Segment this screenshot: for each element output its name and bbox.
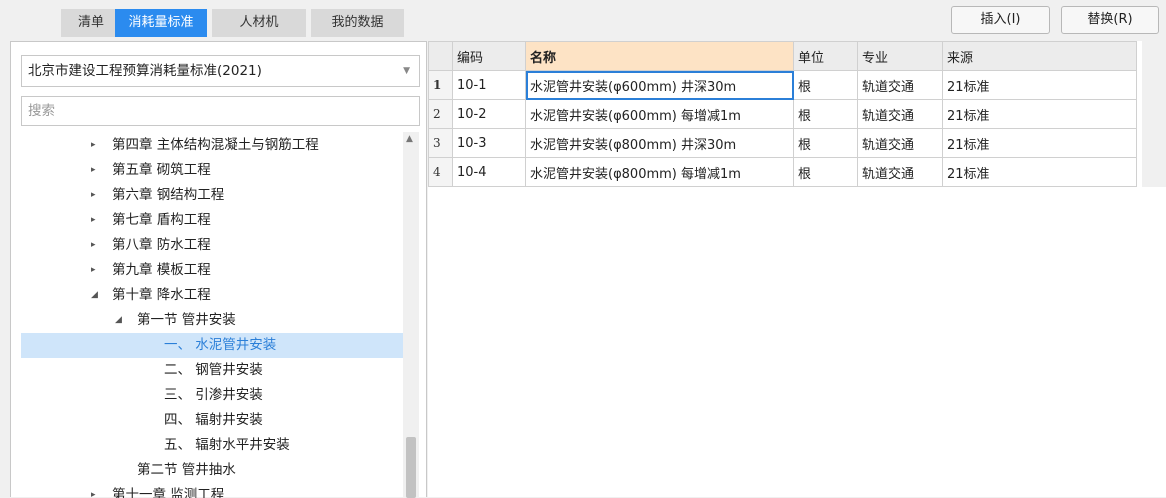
tree-item-label: 第七章 盾构工程: [112, 212, 211, 228]
cell-code[interactable]: 10-2: [452, 99, 526, 129]
tree-item-label: 四、 辐射井安装: [164, 412, 263, 428]
standard-tree-panel: 北京市建设工程预算消耗量标准(2021) ▼ ▸ 第四章 主体结构混凝土与钢筋工…: [10, 41, 427, 498]
tree-item-label: 五、 辐射水平井安装: [164, 437, 290, 453]
expand-arrow-icon[interactable]: ▸: [91, 233, 96, 258]
cell-source[interactable]: 21标准: [942, 70, 1137, 100]
tree-item[interactable]: 第二节 管井抽水: [21, 458, 403, 483]
tree-item[interactable]: 二、 钢管井安装: [21, 358, 403, 383]
collapse-arrow-icon[interactable]: ◢: [115, 308, 122, 333]
cell-unit[interactable]: 根: [793, 157, 858, 187]
tree-item[interactable]: ◢ 第一节 管井安装: [21, 308, 403, 333]
row-number: 4: [428, 157, 453, 187]
scroll-up-icon[interactable]: ▲: [406, 134, 413, 144]
expand-arrow-icon[interactable]: ▸: [91, 258, 96, 283]
replace-button[interactable]: 替换(R): [1061, 6, 1159, 34]
tree-item-label: 第六章 钢结构工程: [112, 187, 225, 203]
expand-arrow-icon[interactable]: ▸: [91, 133, 96, 158]
tree-item-label: 第二节 管井抽水: [137, 462, 236, 478]
scrollbar-thumb[interactable]: [406, 437, 416, 498]
chapter-tree: ▸ 第四章 主体结构混凝土与钢筋工程 ▸ 第五章 砌筑工程 ▸ 第六章 钢结构工…: [21, 132, 403, 498]
row-number: 1: [428, 70, 453, 100]
table-row[interactable]: 4 10-4 水泥管井安装(φ800mm) 每增减1m 根 轨道交通 21标准: [428, 157, 1137, 187]
cell-code[interactable]: 10-4: [452, 157, 526, 187]
tree-item[interactable]: 四、 辐射井安装: [21, 408, 403, 433]
top-toolbar: 清单 消耗量标准 人材机 我的数据 插入(I) 替换(R): [0, 0, 1166, 41]
tree-item-label: 一、 水泥管井安装: [164, 337, 277, 353]
expand-arrow-icon[interactable]: ▸: [91, 483, 96, 498]
cell-name[interactable]: 水泥管井安装(φ800mm) 每增减1m: [525, 157, 794, 187]
tree-item[interactable]: ▸ 第四章 主体结构混凝土与钢筋工程: [21, 133, 403, 158]
tree-item[interactable]: ◢ 第十章 降水工程: [21, 283, 403, 308]
tree-item-label: 第八章 防水工程: [112, 237, 211, 253]
tree-item-label: 第四章 主体结构混凝土与钢筋工程: [112, 137, 319, 153]
tree-item-selected[interactable]: 一、 水泥管井安装: [21, 333, 403, 358]
table-row[interactable]: 3 10-3 水泥管井安装(φ800mm) 井深30m 根 轨道交通 21标准: [428, 128, 1137, 158]
search-input[interactable]: [21, 96, 420, 126]
tree-item[interactable]: 三、 引渗井安装: [21, 383, 403, 408]
tree-item[interactable]: ▸ 第七章 盾构工程: [21, 208, 403, 233]
cell-code[interactable]: 10-1: [452, 70, 526, 100]
row-number: 3: [428, 128, 453, 158]
chevron-down-icon[interactable]: ▼: [403, 56, 410, 86]
tab-consumption-standard[interactable]: 消耗量标准: [115, 9, 207, 37]
cell-name[interactable]: 水泥管井安装(φ600mm) 每增减1m: [525, 99, 794, 129]
cell-unit[interactable]: 根: [793, 70, 858, 100]
cell-source[interactable]: 21标准: [942, 128, 1137, 158]
tree-item[interactable]: ▸ 第八章 防水工程: [21, 233, 403, 258]
tree-item-label: 第五章 砌筑工程: [112, 162, 211, 178]
tree-item-label: 第一节 管井安装: [137, 312, 236, 328]
column-header-specialty[interactable]: 专业: [857, 41, 943, 71]
table-row[interactable]: 1 10-1 水泥管井安装(φ600mm) 井深30m 根 轨道交通 21标准: [428, 70, 1137, 100]
cell-source[interactable]: 21标准: [942, 99, 1137, 129]
tree-scrollbar[interactable]: ▲: [403, 132, 419, 498]
tree-item[interactable]: ▸ 第十一章 监测工程: [21, 483, 403, 498]
cell-unit[interactable]: 根: [793, 128, 858, 158]
cell-code[interactable]: 10-3: [452, 128, 526, 158]
cell-specialty[interactable]: 轨道交通: [857, 99, 943, 129]
table-empty-area: [428, 187, 1166, 497]
column-header-name[interactable]: 名称: [525, 41, 794, 71]
quota-table: 编码 名称 单位 专业 来源 1 10-1 水泥管井安装(φ600mm) 井深3…: [428, 41, 1137, 187]
collapse-arrow-icon[interactable]: ◢: [91, 283, 98, 308]
expand-arrow-icon[interactable]: ▸: [91, 158, 96, 183]
expand-arrow-icon[interactable]: ▸: [91, 183, 96, 208]
insert-button[interactable]: 插入(I): [951, 6, 1050, 34]
standard-select-value: 北京市建设工程预算消耗量标准(2021): [28, 63, 262, 79]
standard-select[interactable]: 北京市建设工程预算消耗量标准(2021) ▼: [21, 55, 420, 87]
tree-item-label: 第九章 模板工程: [112, 262, 211, 278]
cell-source[interactable]: 21标准: [942, 157, 1137, 187]
tree-item[interactable]: ▸ 第六章 钢结构工程: [21, 183, 403, 208]
tab-list[interactable]: 清单: [61, 9, 121, 37]
tab-my-data[interactable]: 我的数据: [311, 9, 404, 37]
column-header-source[interactable]: 来源: [942, 41, 1137, 71]
column-header-unit[interactable]: 单位: [793, 41, 858, 71]
cell-unit[interactable]: 根: [793, 99, 858, 129]
tree-item[interactable]: 五、 辐射水平井安装: [21, 433, 403, 458]
tree-item[interactable]: ▸ 第九章 模板工程: [21, 258, 403, 283]
tree-item-label: 第十章 降水工程: [112, 287, 211, 303]
cell-name[interactable]: 水泥管井安装(φ600mm) 井深30m: [525, 70, 794, 100]
tree-item-label: 第十一章 监测工程: [112, 487, 225, 498]
row-number-header: [428, 41, 453, 71]
cell-specialty[interactable]: 轨道交通: [857, 70, 943, 100]
table-row[interactable]: 2 10-2 水泥管井安装(φ600mm) 每增减1m 根 轨道交通 21标准: [428, 99, 1137, 129]
tab-labor-material-machine[interactable]: 人材机: [212, 9, 306, 37]
tree-item-label: 二、 钢管井安装: [164, 362, 263, 378]
expand-arrow-icon[interactable]: ▸: [91, 208, 96, 233]
cell-name[interactable]: 水泥管井安装(φ800mm) 井深30m: [525, 128, 794, 158]
cell-specialty[interactable]: 轨道交通: [857, 128, 943, 158]
row-number: 2: [428, 99, 453, 129]
tree-item-label: 三、 引渗井安装: [164, 387, 263, 403]
quota-table-container: 编码 名称 单位 专业 来源 1 10-1 水泥管井安装(φ600mm) 井深3…: [428, 41, 1142, 187]
cell-specialty[interactable]: 轨道交通: [857, 157, 943, 187]
table-header-row: 编码 名称 单位 专业 来源: [428, 41, 1137, 71]
tree-item[interactable]: ▸ 第五章 砌筑工程: [21, 158, 403, 183]
column-header-code[interactable]: 编码: [452, 41, 526, 71]
